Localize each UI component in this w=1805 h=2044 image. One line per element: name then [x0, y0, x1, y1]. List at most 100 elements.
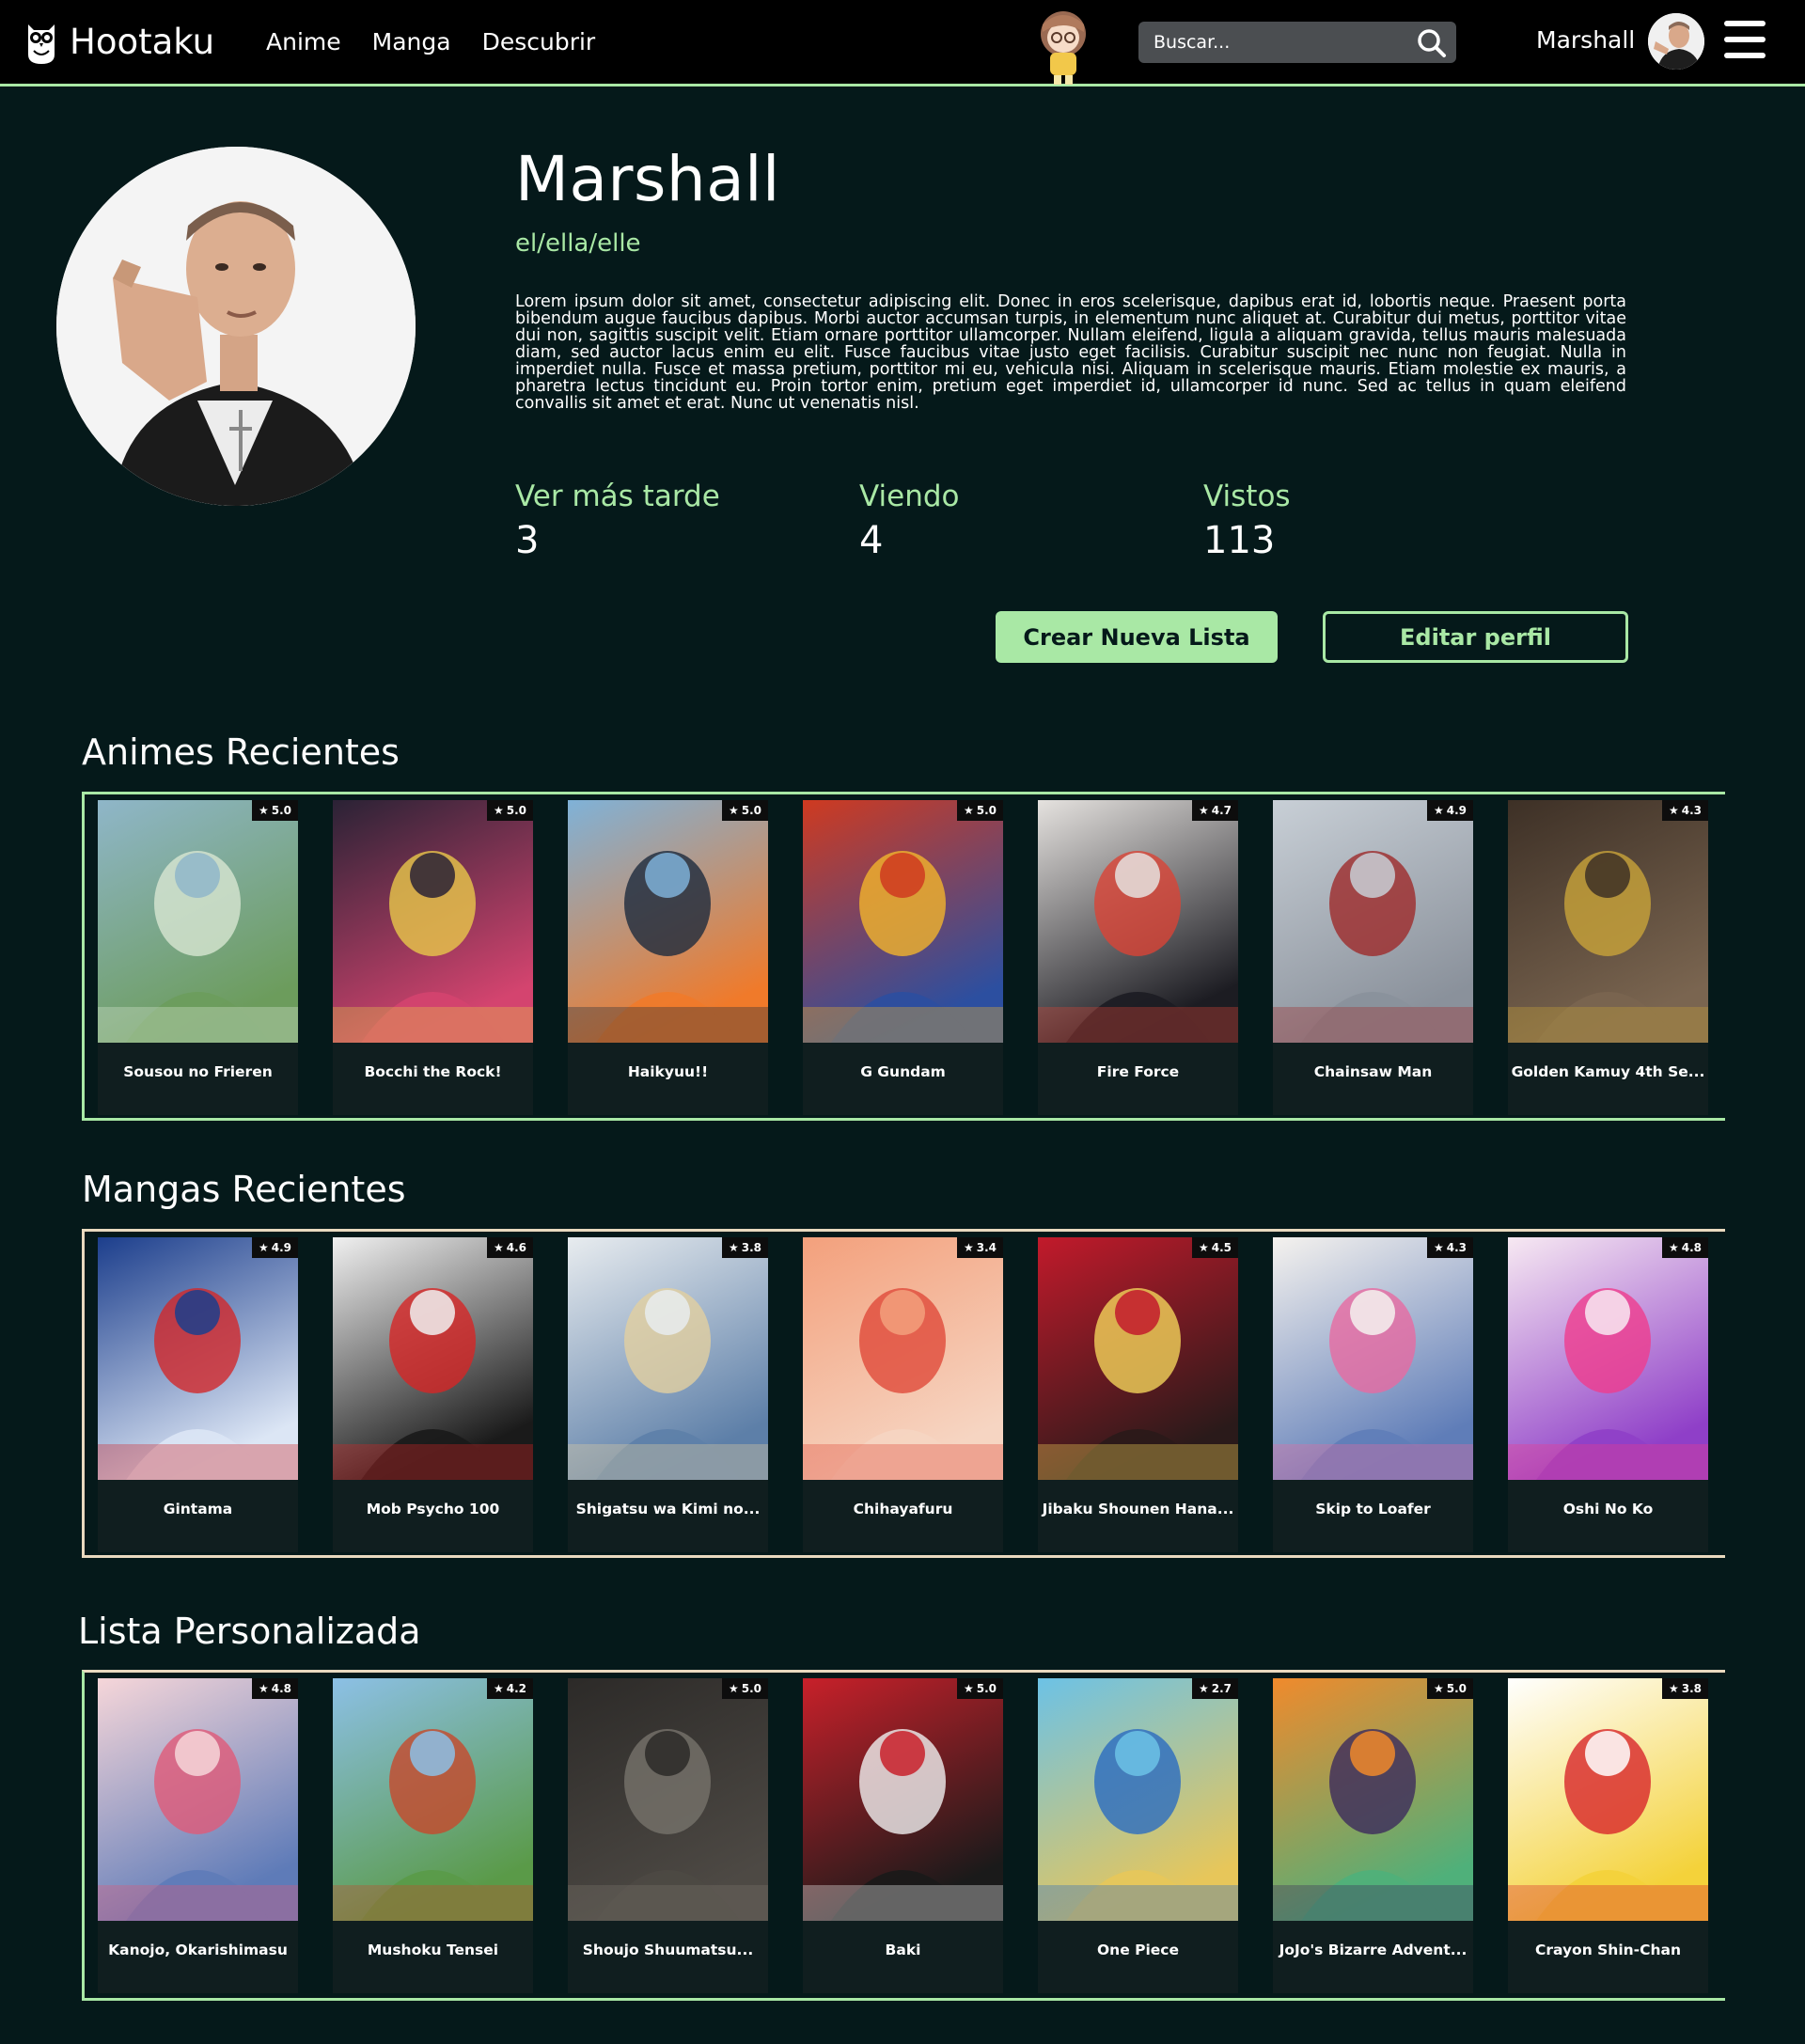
rating-value: 4.6 — [506, 1241, 526, 1254]
media-card[interactable]: ★ 3.8 Crayon Shin-Chan — [1508, 1678, 1708, 1993]
media-card[interactable]: ★ 4.8 Oshi No Ko — [1508, 1237, 1708, 1552]
media-card[interactable]: ★ 5.0 Haikyuu!! — [568, 800, 768, 1115]
rating-badge: ★ 4.5 — [1191, 1237, 1238, 1258]
stat-ver-mas-tarde[interactable]: Ver más tarde 3 — [515, 480, 720, 562]
media-card[interactable]: ★ 5.0 Shoujo Shuumatsu... — [568, 1678, 768, 1993]
stat-label: Ver más tarde — [515, 480, 720, 513]
star-icon: ★ — [493, 1241, 504, 1254]
profile-name: Marshall — [515, 143, 780, 215]
media-card[interactable]: ★ 4.5 Jibaku Shounen Hana... — [1038, 1237, 1238, 1552]
section-title-animes: Animes Recientes — [82, 731, 400, 773]
media-card[interactable]: ★ 4.9 Chainsaw Man — [1273, 800, 1473, 1115]
media-card[interactable]: ★ 4.8 Kanojo, Okarishimasu — [98, 1678, 298, 1993]
media-card[interactable]: ★ 5.0 Sousou no Frieren — [98, 800, 298, 1115]
search-icon[interactable] — [1417, 28, 1447, 58]
cover-art-icon — [1038, 1237, 1238, 1480]
rating-value: 5.0 — [741, 1682, 761, 1695]
search-bar — [1138, 22, 1456, 63]
menu-icon[interactable] — [1724, 17, 1766, 62]
rating-value: 4.8 — [1681, 1241, 1702, 1254]
rating-value: 5.0 — [1446, 1682, 1467, 1695]
star-icon: ★ — [1198, 804, 1209, 817]
rating-badge: ★ 3.8 — [1661, 1678, 1708, 1699]
cover-image — [803, 800, 1003, 1043]
media-card[interactable]: ★ 4.3 Skip to Loafer — [1273, 1237, 1473, 1552]
rating-badge: ★ 4.7 — [1191, 800, 1238, 821]
nav-link-anime[interactable]: Anime — [266, 28, 341, 55]
media-card[interactable]: ★ 4.2 Mushoku Tensei — [333, 1678, 533, 1993]
media-card[interactable]: ★ 5.0 Baki — [803, 1678, 1003, 1993]
rating-value: 4.7 — [1211, 804, 1232, 817]
star-icon: ★ — [258, 1682, 269, 1695]
cover-image — [98, 800, 298, 1043]
media-title: Mob Psycho 100 — [366, 1501, 500, 1517]
navbar: Hootaku Anime Manga Descubrir Marshall — [0, 0, 1805, 86]
nav-username[interactable]: Marshall — [1536, 26, 1635, 54]
cover-image — [1273, 800, 1473, 1043]
stat-label: Vistos — [1203, 480, 1291, 513]
rating-badge: ★ 5.0 — [956, 1678, 1003, 1699]
star-icon: ★ — [728, 1241, 739, 1254]
stat-value: 113 — [1203, 519, 1276, 562]
rating-value: 2.7 — [1211, 1682, 1232, 1695]
brand-logo[interactable]: Hootaku — [24, 17, 214, 66]
cover-art-icon — [333, 800, 533, 1043]
media-card[interactable]: ★ 5.0 JoJo's Bizarre Advent... — [1273, 1678, 1473, 1993]
cover-image — [333, 800, 533, 1043]
rating-value: 4.2 — [506, 1682, 526, 1695]
rating-value: 4.5 — [1211, 1241, 1232, 1254]
rating-badge: ★ 5.0 — [1426, 1678, 1473, 1699]
star-icon: ★ — [493, 804, 504, 817]
media-card[interactable]: ★ 3.8 Shigatsu wa Kimi no... — [568, 1237, 768, 1552]
media-card[interactable]: ★ 4.3 Golden Kamuy 4th Se... — [1508, 800, 1708, 1115]
cover-image — [803, 1678, 1003, 1921]
profile-avatar-icon — [56, 147, 416, 506]
rating-badge: ★ 5.0 — [721, 800, 768, 821]
cover-image — [1038, 800, 1238, 1043]
cover-art-icon — [1038, 1678, 1238, 1921]
media-title: Oshi No Ko — [1562, 1501, 1654, 1517]
media-card[interactable]: ★ 4.6 Mob Psycho 100 — [333, 1237, 533, 1552]
media-title: Sousou no Frieren — [123, 1063, 273, 1080]
rating-badge: ★ 3.8 — [721, 1237, 768, 1258]
media-card[interactable]: ★ 5.0 G Gundam — [803, 800, 1003, 1115]
nav-link-descubrir[interactable]: Descubrir — [482, 28, 596, 55]
rating-value: 5.0 — [271, 804, 291, 817]
cover-image — [568, 1237, 768, 1480]
star-icon: ★ — [728, 804, 739, 817]
rating-value: 4.3 — [1446, 1241, 1467, 1254]
create-list-button[interactable]: Crear Nueva Lista — [996, 611, 1278, 663]
star-icon: ★ — [1668, 1241, 1679, 1254]
search-input[interactable] — [1154, 30, 1407, 55]
nav-avatar[interactable] — [1648, 13, 1704, 70]
media-card[interactable]: ★ 4.7 Fire Force — [1038, 800, 1238, 1115]
rating-value: 5.0 — [976, 1682, 997, 1695]
star-icon: ★ — [1433, 1241, 1444, 1254]
cover-image — [1273, 1678, 1473, 1921]
media-title: Shigatsu wa Kimi no... — [575, 1501, 761, 1517]
rating-badge: ★ 4.3 — [1426, 1237, 1473, 1258]
stat-viendo[interactable]: Viendo 4 — [859, 480, 960, 562]
cover-art-icon — [98, 1678, 298, 1921]
cover-art-icon — [803, 1678, 1003, 1921]
cover-art-icon — [98, 800, 298, 1043]
media-card[interactable]: ★ 2.7 One Piece — [1038, 1678, 1238, 1993]
section-title-custom-list: Lista Personalizada — [78, 1611, 421, 1652]
edit-profile-button[interactable]: Editar perfil — [1323, 611, 1628, 663]
media-card[interactable]: ★ 4.9 Gintama — [98, 1237, 298, 1552]
star-icon: ★ — [258, 1241, 269, 1254]
cover-art-icon — [1508, 800, 1708, 1043]
cover-art-icon — [803, 800, 1003, 1043]
media-title: Jibaku Shounen Hana... — [1042, 1501, 1234, 1517]
rating-badge: ★ 4.8 — [1661, 1237, 1708, 1258]
rating-badge: ★ 5.0 — [956, 800, 1003, 821]
star-icon: ★ — [1668, 1682, 1679, 1695]
rating-badge: ★ 5.0 — [721, 1678, 768, 1699]
star-icon: ★ — [493, 1682, 504, 1695]
media-card[interactable]: ★ 5.0 Bocchi the Rock! — [333, 800, 533, 1115]
media-card[interactable]: ★ 3.4 Chihayafuru — [803, 1237, 1003, 1552]
stat-vistos[interactable]: Vistos 113 — [1203, 480, 1291, 562]
media-title: Bocchi the Rock! — [364, 1063, 502, 1080]
media-title: JoJo's Bizarre Advent... — [1279, 1942, 1468, 1958]
nav-link-manga[interactable]: Manga — [372, 28, 451, 55]
